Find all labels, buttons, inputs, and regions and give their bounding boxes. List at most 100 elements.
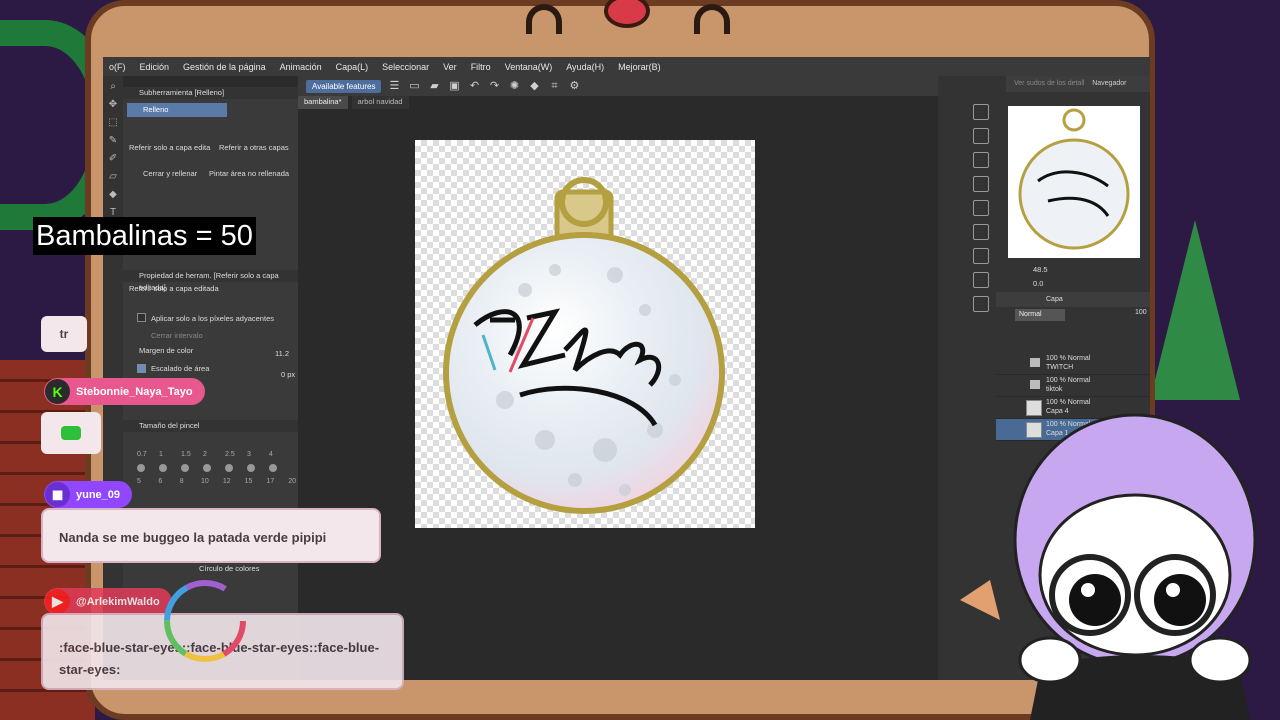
opacity-value[interactable]: 100 bbox=[1135, 309, 1147, 316]
left-eye-decoration bbox=[526, 4, 562, 34]
new-file-icon[interactable]: ▭ bbox=[407, 79, 421, 93]
color-wheel[interactable] bbox=[160, 576, 250, 666]
brush-size-4[interactable]: 4 bbox=[269, 451, 277, 458]
chat-text: Nanda se me buggeo la patada verde pipip… bbox=[59, 530, 327, 545]
tab-sub-view[interactable]: Ver sudos de los detall bbox=[1014, 80, 1084, 87]
dock-icon-strip bbox=[966, 96, 996, 320]
chat-username-badge: ▶ @ArlekimWaldo bbox=[44, 588, 172, 615]
brush-size-8[interactable]: 8 bbox=[180, 478, 187, 485]
panel-toggle-icon[interactable] bbox=[973, 224, 989, 240]
brush-dot[interactable] bbox=[181, 464, 189, 472]
menu-file[interactable]: o(F) bbox=[109, 62, 126, 72]
adjacent-checkbox[interactable] bbox=[137, 313, 146, 322]
frame-face-decoration bbox=[520, 0, 740, 50]
panel-toggle-icon[interactable] bbox=[973, 248, 989, 264]
chat-username-badge: K Stebonnie_Naya_Tayo bbox=[44, 378, 205, 405]
kick-icon: K bbox=[45, 379, 70, 404]
available-features-button[interactable]: Available features bbox=[306, 79, 382, 93]
brush-size-0-7[interactable]: 0.7 bbox=[137, 451, 147, 458]
tab-navigator[interactable]: Navegador bbox=[1092, 80, 1126, 87]
brush-size-6[interactable]: 6 bbox=[158, 478, 165, 485]
menu-select[interactable]: Seleccionar bbox=[382, 62, 429, 72]
canvas-area[interactable]: bambalina* arbol navidad bbox=[298, 96, 938, 680]
chat-text: tr bbox=[59, 327, 69, 341]
brush-dot[interactable] bbox=[269, 464, 277, 472]
area-scaling-label: Escalado de área bbox=[151, 364, 210, 373]
area-scaling-value[interactable]: 0 px bbox=[281, 370, 295, 379]
brush-dot[interactable] bbox=[137, 464, 145, 472]
menu-layer[interactable]: Capa(L) bbox=[336, 62, 369, 72]
panel-toggle-icon[interactable] bbox=[973, 272, 989, 288]
panel-toggle-icon[interactable] bbox=[973, 152, 989, 168]
brush-size-2[interactable]: 2 bbox=[203, 451, 211, 458]
menu-filter[interactable]: Filtro bbox=[471, 62, 491, 72]
navigator-zoom-value[interactable]: 48.5 bbox=[1033, 265, 1048, 274]
brush-dot[interactable] bbox=[225, 464, 233, 472]
open-folder-icon[interactable]: ▰ bbox=[427, 79, 441, 93]
subtool-fill-unfilled[interactable]: Pintar área no rellenada bbox=[209, 169, 289, 178]
brush-dot[interactable] bbox=[247, 464, 255, 472]
settings-icon[interactable]: ⚙ bbox=[567, 79, 581, 93]
layer-row-twitch[interactable]: 100 % Normal TWITCH bbox=[996, 353, 1150, 375]
color-margin-value[interactable]: 11.2 bbox=[275, 349, 289, 358]
menu-animation[interactable]: Animación bbox=[280, 62, 322, 72]
brush-size-2-5[interactable]: 2.5 bbox=[225, 451, 235, 458]
brush-size-1-5[interactable]: 1.5 bbox=[181, 451, 191, 458]
panel-toggle-icon[interactable] bbox=[973, 128, 989, 144]
ornament-ball bbox=[443, 232, 725, 514]
layer-row-tiktok[interactable]: 100 % Normal tiktok bbox=[996, 375, 1150, 397]
chat-username: yune_09 bbox=[76, 488, 121, 501]
panel-toggle-icon[interactable] bbox=[973, 296, 989, 312]
brush-size-10[interactable]: 10 bbox=[201, 478, 209, 485]
redo-icon[interactable]: ↷ bbox=[487, 79, 501, 93]
menu-window[interactable]: Ventana(W) bbox=[505, 62, 553, 72]
brush-tool-icon[interactable]: ✐ bbox=[106, 152, 120, 166]
document-canvas[interactable] bbox=[415, 140, 755, 528]
brush-size-12[interactable]: 12 bbox=[223, 478, 231, 485]
transform-icon[interactable]: ⌗ bbox=[547, 79, 561, 93]
navigator-thumbnail bbox=[1018, 108, 1130, 250]
loading-icon[interactable]: ✺ bbox=[507, 79, 521, 93]
subtool-close-fill[interactable]: Cerrar y rellenar bbox=[143, 169, 197, 178]
brush-size-5[interactable]: 5 bbox=[137, 478, 144, 485]
doc-tab-arbol[interactable]: arbol navidad bbox=[351, 96, 409, 109]
save-icon[interactable]: ▣ bbox=[447, 79, 461, 93]
panel-toggle-icon[interactable] bbox=[973, 200, 989, 216]
brush-size-grid: 0.7 1 1.5 2 2.5 3 4 5 6 8 10 12 15 17 20 bbox=[131, 445, 296, 485]
tab-layer[interactable]: Capa bbox=[1046, 296, 1063, 303]
menu-improve[interactable]: Mejorar(B) bbox=[618, 62, 661, 72]
brush-dot[interactable] bbox=[203, 464, 211, 472]
menu-edit[interactable]: Edición bbox=[140, 62, 170, 72]
right-eye-decoration bbox=[694, 4, 730, 34]
panel-toggle-icon[interactable] bbox=[973, 176, 989, 192]
fill-tool-icon[interactable]: ◆ bbox=[106, 188, 120, 202]
navigator-preview[interactable] bbox=[1008, 106, 1140, 258]
chat-username-badge: ◼ yune_09 bbox=[44, 481, 133, 508]
brush-size-20[interactable]: 20 bbox=[288, 478, 296, 485]
fill-icon[interactable]: ◆ bbox=[527, 79, 541, 93]
brush-size-17[interactable]: 17 bbox=[266, 478, 274, 485]
area-scaling-checkbox[interactable] bbox=[137, 364, 146, 373]
brush-size-3[interactable]: 3 bbox=[247, 451, 255, 458]
undo-icon[interactable]: ↶ bbox=[467, 79, 481, 93]
eraser-tool-icon[interactable]: ▱ bbox=[106, 170, 120, 184]
blend-mode-select[interactable]: Normal bbox=[1015, 309, 1065, 321]
subtool-refer-other[interactable]: Referir a otras capas bbox=[219, 143, 289, 152]
folder-icon bbox=[1030, 380, 1040, 389]
zoom-tool-icon[interactable]: ⌕ bbox=[106, 80, 120, 94]
navigator-angle-value[interactable]: 0.0 bbox=[1033, 279, 1043, 288]
menu-help[interactable]: Ayuda(H) bbox=[566, 62, 604, 72]
menu-view[interactable]: Ver bbox=[443, 62, 457, 72]
brush-size-1[interactable]: 1 bbox=[159, 451, 167, 458]
subtool-group-fill[interactable]: Relleno bbox=[127, 103, 227, 117]
doc-tab-bambalina[interactable]: bambalina* bbox=[298, 96, 348, 109]
brush-dot[interactable] bbox=[159, 464, 167, 472]
move-tool-icon[interactable]: ✥ bbox=[106, 98, 120, 112]
select-tool-icon[interactable]: ⬚ bbox=[106, 116, 120, 130]
subtool-refer-edit[interactable]: Referir solo a capa edita bbox=[129, 143, 210, 152]
panel-toggle-icon[interactable] bbox=[973, 104, 989, 120]
menu-icon[interactable]: ☰ bbox=[387, 79, 401, 93]
menu-page[interactable]: Gestión de la página bbox=[183, 62, 266, 72]
pen-tool-icon[interactable]: ✎ bbox=[106, 134, 120, 148]
brush-size-15[interactable]: 15 bbox=[245, 478, 253, 485]
